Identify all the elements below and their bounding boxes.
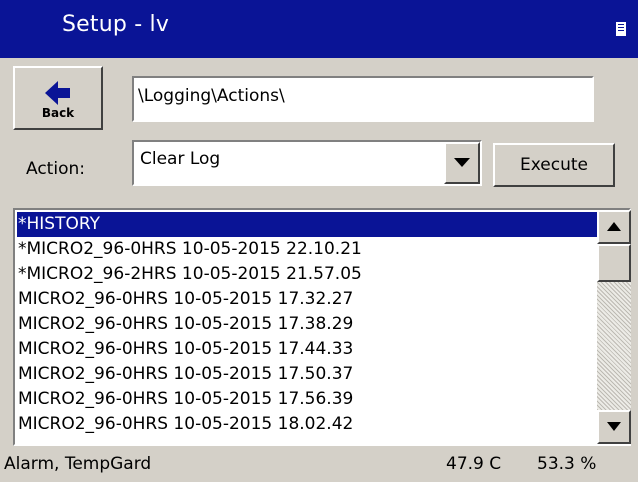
list-item[interactable]: MICRO2_96-0HRS 10-05-2015 17.56.39 <box>17 387 597 412</box>
list-item[interactable]: *MICRO2_96-0HRS 10-05-2015 22.10.21 <box>17 237 597 262</box>
status-bar: Alarm, TempGard 47.9 C 53.3 % <box>0 446 638 482</box>
list-items: *HISTORY *MICRO2_96-0HRS 10-05-2015 22.1… <box>17 212 597 444</box>
status-app-name: Alarm, TempGard <box>4 454 152 474</box>
execute-label: Execute <box>520 155 588 175</box>
back-button[interactable]: Back <box>13 66 103 130</box>
action-label: Action: <box>26 159 85 179</box>
path-value: \Logging\Actions\ <box>138 86 285 106</box>
list-item[interactable]: MICRO2_96-0HRS 10-05-2015 17.44.33 <box>17 337 597 362</box>
window-title: Setup - lv <box>62 12 170 37</box>
list-item[interactable]: MICRO2_96-0HRS 10-05-2015 17.38.29 <box>17 312 597 337</box>
status-temperature: 47.9 C <box>446 454 502 474</box>
title-bar: Setup - lv <box>0 0 638 58</box>
scroll-up-button[interactable] <box>597 210 631 244</box>
action-dropdown-button[interactable] <box>444 142 480 184</box>
list-item[interactable]: MICRO2_96-0HRS 10-05-2015 18.02.42 <box>17 412 597 437</box>
scroll-thumb[interactable] <box>597 244 631 282</box>
execute-button[interactable]: Execute <box>493 143 615 187</box>
log-file-list[interactable]: *HISTORY *MICRO2_96-0HRS 10-05-2015 22.1… <box>13 208 631 446</box>
window-menu-icon[interactable] <box>616 22 626 36</box>
vertical-scrollbar[interactable] <box>597 210 631 444</box>
path-field[interactable]: \Logging\Actions\ <box>132 76 594 122</box>
list-item[interactable]: *MICRO2_96-2HRS 10-05-2015 21.57.05 <box>17 262 597 287</box>
scroll-down-button[interactable] <box>597 410 631 444</box>
scroll-up-icon <box>607 222 621 231</box>
action-select-value: Clear Log <box>140 149 221 169</box>
chevron-down-icon <box>454 158 470 167</box>
scroll-down-icon <box>607 422 621 431</box>
back-arrow-icon <box>45 81 70 105</box>
status-humidity: 53.3 % <box>537 454 597 474</box>
list-item[interactable]: *HISTORY <box>17 212 597 237</box>
back-label: Back <box>41 106 75 120</box>
action-select[interactable]: Clear Log <box>132 140 482 186</box>
list-item[interactable]: MICRO2_96-0HRS 10-05-2015 17.32.27 <box>17 287 597 312</box>
list-item[interactable]: MICRO2_96-0HRS 10-05-2015 17.50.37 <box>17 362 597 387</box>
